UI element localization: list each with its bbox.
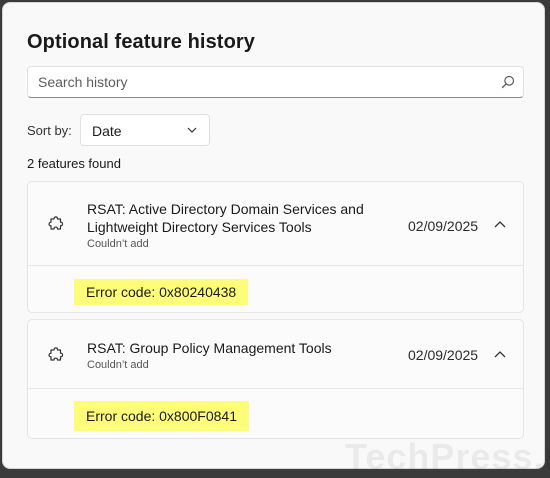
card-divider xyxy=(28,388,523,389)
chevron-down-icon xyxy=(187,127,197,133)
optional-feature-history-dialog: Optional feature history Sort by: Date 2… xyxy=(2,2,545,469)
feature-card-header[interactable]: RSAT: Active Directory Domain Services a… xyxy=(28,182,523,264)
error-code: Error code: 0x80240438 xyxy=(74,279,249,305)
features-found-count: 2 features found xyxy=(27,156,121,171)
chevron-up-icon[interactable] xyxy=(490,215,510,235)
sort-selected-value: Date xyxy=(92,123,122,139)
search-icon[interactable] xyxy=(501,75,515,89)
feature-date: 02/09/2025 xyxy=(408,347,479,363)
feature-name: RSAT: Active Directory Domain Services a… xyxy=(87,201,364,235)
puzzle-icon xyxy=(48,347,64,361)
error-code: Error code: 0x800F0841 xyxy=(74,401,249,431)
sort-dropdown[interactable]: Date xyxy=(80,114,210,146)
feature-status: Couldn’t add xyxy=(87,238,149,250)
feature-date: 02/09/2025 xyxy=(408,218,479,234)
dialog-title: Optional feature history xyxy=(27,31,255,53)
card-divider xyxy=(28,265,523,266)
feature-card: RSAT: Group Policy Management Tools Coul… xyxy=(27,319,524,439)
sort-label: Sort by: xyxy=(27,123,72,138)
search-input[interactable] xyxy=(28,67,498,97)
feature-card-header[interactable]: RSAT: Group Policy Management Tools Coul… xyxy=(28,320,523,388)
puzzle-icon xyxy=(48,216,64,230)
search-box[interactable] xyxy=(27,66,524,98)
feature-name: RSAT: Group Policy Management Tools xyxy=(87,340,332,356)
watermark: TechPress.net xyxy=(345,436,550,477)
feature-card: RSAT: Active Directory Domain Services a… xyxy=(27,181,524,313)
feature-status: Couldn’t add xyxy=(87,359,149,371)
chevron-up-icon[interactable] xyxy=(490,345,510,365)
